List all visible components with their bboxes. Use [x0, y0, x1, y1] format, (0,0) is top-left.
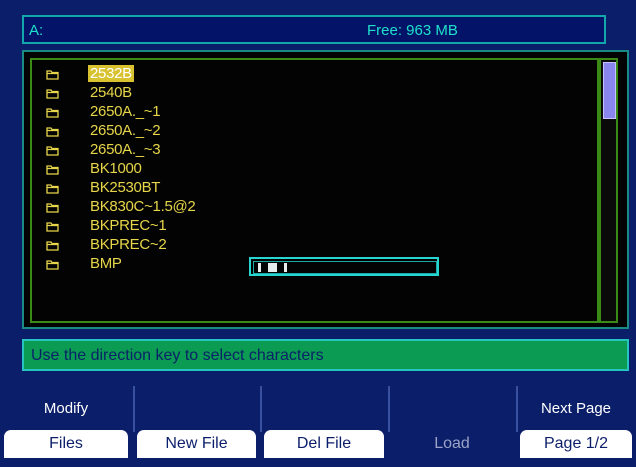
file-list-item[interactable]: BK830C~1.5@2: [46, 198, 406, 215]
drive-label: A:: [29, 22, 44, 39]
folder-icon: [46, 86, 59, 99]
input-char: [258, 263, 261, 272]
file-name: BK2530BT: [90, 179, 161, 196]
status-message: Use the direction key to select characte…: [31, 347, 324, 364]
file-list-item[interactable]: 2650A._~2: [46, 122, 406, 139]
drive-header: A: Free: 963 MB: [22, 15, 606, 44]
folder-icon: [46, 67, 59, 80]
folder-icon: [46, 219, 59, 232]
load-button[interactable]: Load: [392, 430, 512, 458]
folder-icon: [46, 124, 59, 137]
file-name: BK830C~1.5@2: [90, 198, 196, 215]
folder-icon: [46, 181, 59, 194]
del-file-button[interactable]: Del File: [264, 430, 384, 458]
softkey-load[interactable]: Load: [388, 386, 516, 467]
scrollbar[interactable]: [599, 58, 618, 323]
folder-icon: [46, 105, 59, 118]
file-name: BKPREC~1: [90, 217, 167, 234]
softkey-next-page[interactable]: Next Page Page 1/2: [516, 386, 636, 467]
folder-icon: [46, 257, 59, 270]
folder-icon: [46, 238, 59, 251]
filename-input-field[interactable]: [253, 261, 437, 274]
folder-icon: [46, 162, 59, 175]
softkey-bar: Modify Files New File Del File Load Next…: [0, 386, 636, 467]
file-name: 2532B: [88, 65, 134, 82]
file-list-item[interactable]: BKPREC~1: [46, 217, 406, 234]
folder-icon: [46, 143, 59, 156]
file-name: 2650A._~2: [90, 122, 161, 139]
file-list-item[interactable]: BK1000: [46, 160, 406, 177]
file-name: BKPREC~2: [90, 236, 167, 253]
scrollbar-thumb[interactable]: [603, 62, 616, 119]
file-list-item[interactable]: 2532B: [46, 65, 406, 82]
file-list-item[interactable]: 2540B: [46, 84, 406, 101]
input-char: [284, 263, 287, 272]
file-list-item[interactable]: BKPREC~2: [46, 236, 406, 253]
softkey-files[interactable]: Modify Files: [0, 386, 132, 467]
input-cursor: [268, 263, 277, 272]
file-list-item[interactable]: BK2530BT: [46, 179, 406, 196]
filename-input[interactable]: [249, 257, 439, 276]
file-name: 2650A._~1: [90, 103, 161, 120]
file-list-item[interactable]: 2650A._~3: [46, 141, 406, 158]
file-name: BMP: [90, 255, 122, 272]
file-name: BK1000: [90, 160, 142, 177]
new-file-button[interactable]: New File: [137, 430, 256, 458]
softkey-next-page-top-label: Next Page: [540, 400, 612, 417]
file-name: 2540B: [90, 84, 132, 101]
softkey-del-file[interactable]: Del File: [260, 386, 388, 467]
status-bar: Use the direction key to select characte…: [22, 339, 629, 371]
file-list-item[interactable]: 2650A._~1: [46, 103, 406, 120]
folder-icon: [46, 200, 59, 213]
softkey-files-top-label: Modify: [43, 400, 89, 417]
free-space-label: Free: 963 MB: [367, 22, 458, 39]
page-button[interactable]: Page 1/2: [520, 430, 632, 458]
file-name: 2650A._~3: [90, 141, 161, 158]
files-button[interactable]: Files: [4, 430, 128, 458]
softkey-new-file[interactable]: New File: [133, 386, 260, 467]
